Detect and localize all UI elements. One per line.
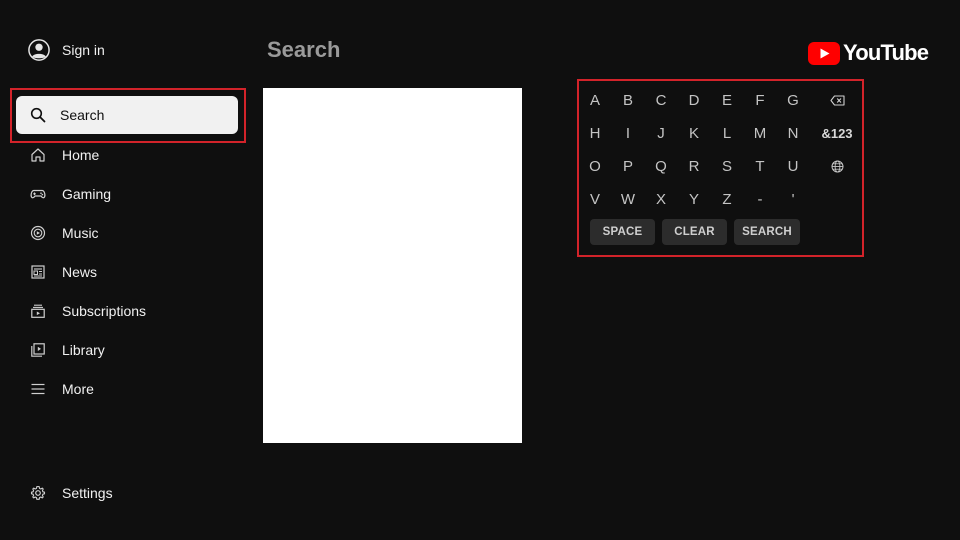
youtube-logo: YouTube [808, 40, 929, 66]
sidebar-item-library[interactable]: Library [30, 330, 146, 369]
sidebar-item-label: More [62, 380, 94, 397]
key-r[interactable]: R [682, 155, 706, 177]
key-d[interactable]: D [682, 89, 706, 111]
search-results-panel [263, 88, 522, 443]
gamepad-icon [30, 189, 46, 198]
sidebar-item-news[interactable]: News [30, 252, 146, 291]
key-symbols[interactable]: &123 [815, 122, 859, 144]
sidebar-item-gaming[interactable]: Gaming [30, 174, 146, 213]
key-o[interactable]: O [583, 155, 607, 177]
key-hyphen[interactable]: - [748, 188, 772, 210]
key-a[interactable]: A [583, 89, 607, 111]
music-icon [30, 225, 46, 240]
sidebar-item-label: Music [62, 224, 99, 241]
sidebar-nav: Home Gaming Music News Subscriptions Lib… [30, 135, 146, 408]
globe-icon [831, 160, 843, 172]
sidebar-item-label: Subscriptions [62, 302, 147, 319]
search-submit-button[interactable]: SEARCH [734, 219, 800, 245]
backspace-icon [829, 94, 845, 106]
settings-label: Settings [62, 485, 113, 501]
sidebar-item-settings[interactable]: Settings [30, 485, 113, 501]
key-s[interactable]: S [715, 155, 739, 177]
key-u[interactable]: U [781, 155, 805, 177]
gear-icon [30, 485, 46, 500]
key-g[interactable]: G [781, 89, 805, 111]
library-icon [31, 342, 45, 357]
key-language[interactable] [815, 155, 859, 177]
key-q[interactable]: Q [649, 155, 673, 177]
youtube-tv-search-screen: Sign in Search Home Gaming Music News Su… [0, 0, 960, 540]
account-icon [28, 39, 50, 61]
search-icon [30, 107, 46, 123]
sidebar-item-label: News [62, 263, 98, 280]
key-f[interactable]: F [748, 89, 772, 111]
key-t[interactable]: T [748, 155, 772, 177]
key-z[interactable]: Z [715, 188, 739, 210]
key-h[interactable]: H [583, 122, 607, 144]
clear-button[interactable]: CLEAR [662, 219, 727, 245]
sidebar-item-search[interactable]: Search [16, 96, 238, 134]
key-m[interactable]: M [748, 122, 772, 144]
news-icon [31, 264, 45, 279]
key-v[interactable]: V [583, 188, 607, 210]
sidebar-item-music[interactable]: Music [30, 213, 146, 252]
subscriptions-icon [31, 304, 45, 318]
youtube-play-icon [808, 41, 840, 65]
key-e[interactable]: E [715, 89, 739, 111]
key-backspace[interactable] [815, 89, 859, 111]
page-title: Search [267, 37, 341, 62]
key-b[interactable]: B [616, 89, 640, 111]
key-x[interactable]: X [649, 188, 673, 210]
key-y[interactable]: Y [682, 188, 706, 210]
logo-text: YouTube [843, 40, 929, 65]
key-apostrophe[interactable]: ' [781, 188, 805, 210]
space-button[interactable]: SPACE [590, 219, 655, 245]
key-j[interactable]: J [649, 122, 673, 144]
key-k[interactable]: K [682, 122, 706, 144]
key-n[interactable]: N [781, 122, 805, 144]
home-icon [31, 147, 45, 162]
key-c[interactable]: C [649, 89, 673, 111]
key-w[interactable]: W [616, 188, 640, 210]
sign-in-button[interactable]: Sign in [28, 39, 105, 61]
key-i[interactable]: I [616, 122, 640, 144]
sidebar-item-more[interactable]: More [30, 369, 146, 408]
sidebar-item-label: Gaming [62, 185, 112, 202]
key-l[interactable]: L [715, 122, 739, 144]
sidebar-item-label: Home [62, 146, 100, 163]
sign-in-label: Sign in [62, 42, 105, 58]
sidebar-item-subscriptions[interactable]: Subscriptions [30, 291, 146, 330]
menu-icon [31, 383, 45, 394]
sidebar-item-label: Library [62, 341, 105, 358]
sidebar-item-home[interactable]: Home [30, 135, 146, 174]
key-p[interactable]: P [616, 155, 640, 177]
sidebar-item-label: Search [60, 107, 105, 123]
